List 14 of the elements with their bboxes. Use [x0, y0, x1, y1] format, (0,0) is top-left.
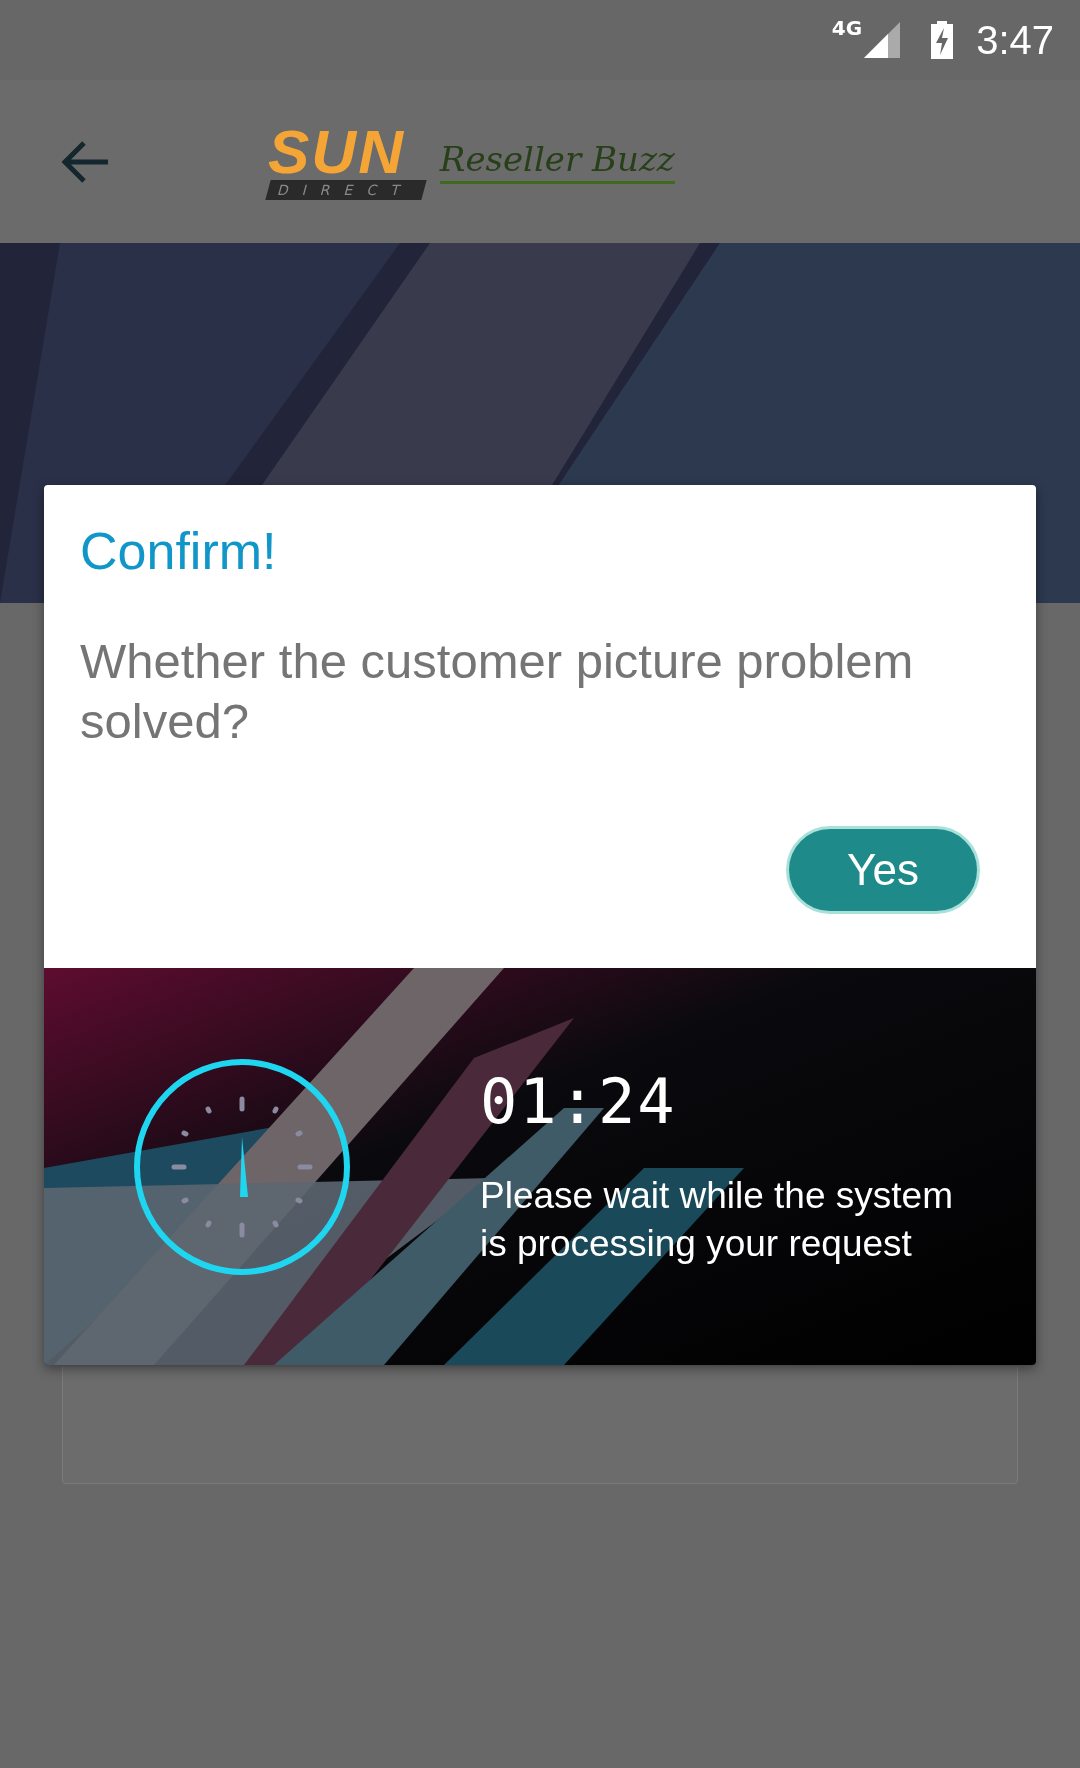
battery-charging-icon	[930, 20, 955, 60]
dialog-message: Whether the customer picture problem solved?	[80, 633, 915, 750]
network-type: 4G	[831, 16, 863, 40]
logo-brand: SUN	[268, 123, 405, 180]
status-time: 3:47	[976, 17, 1054, 63]
clock-icon	[132, 1056, 352, 1277]
back-arrow-icon[interactable]	[60, 138, 110, 185]
yes-button[interactable]: Yes	[786, 826, 980, 914]
wait-message: Please wait while the system is processing your request	[480, 1174, 954, 1266]
logo-tagline: Reseller Buzz	[439, 139, 675, 184]
countdown-timer: 01:24	[480, 1065, 678, 1138]
logo-subtitle: DIRECT	[265, 179, 427, 200]
signal-icon	[862, 20, 903, 60]
dialog-title: Confirm!	[80, 521, 278, 581]
